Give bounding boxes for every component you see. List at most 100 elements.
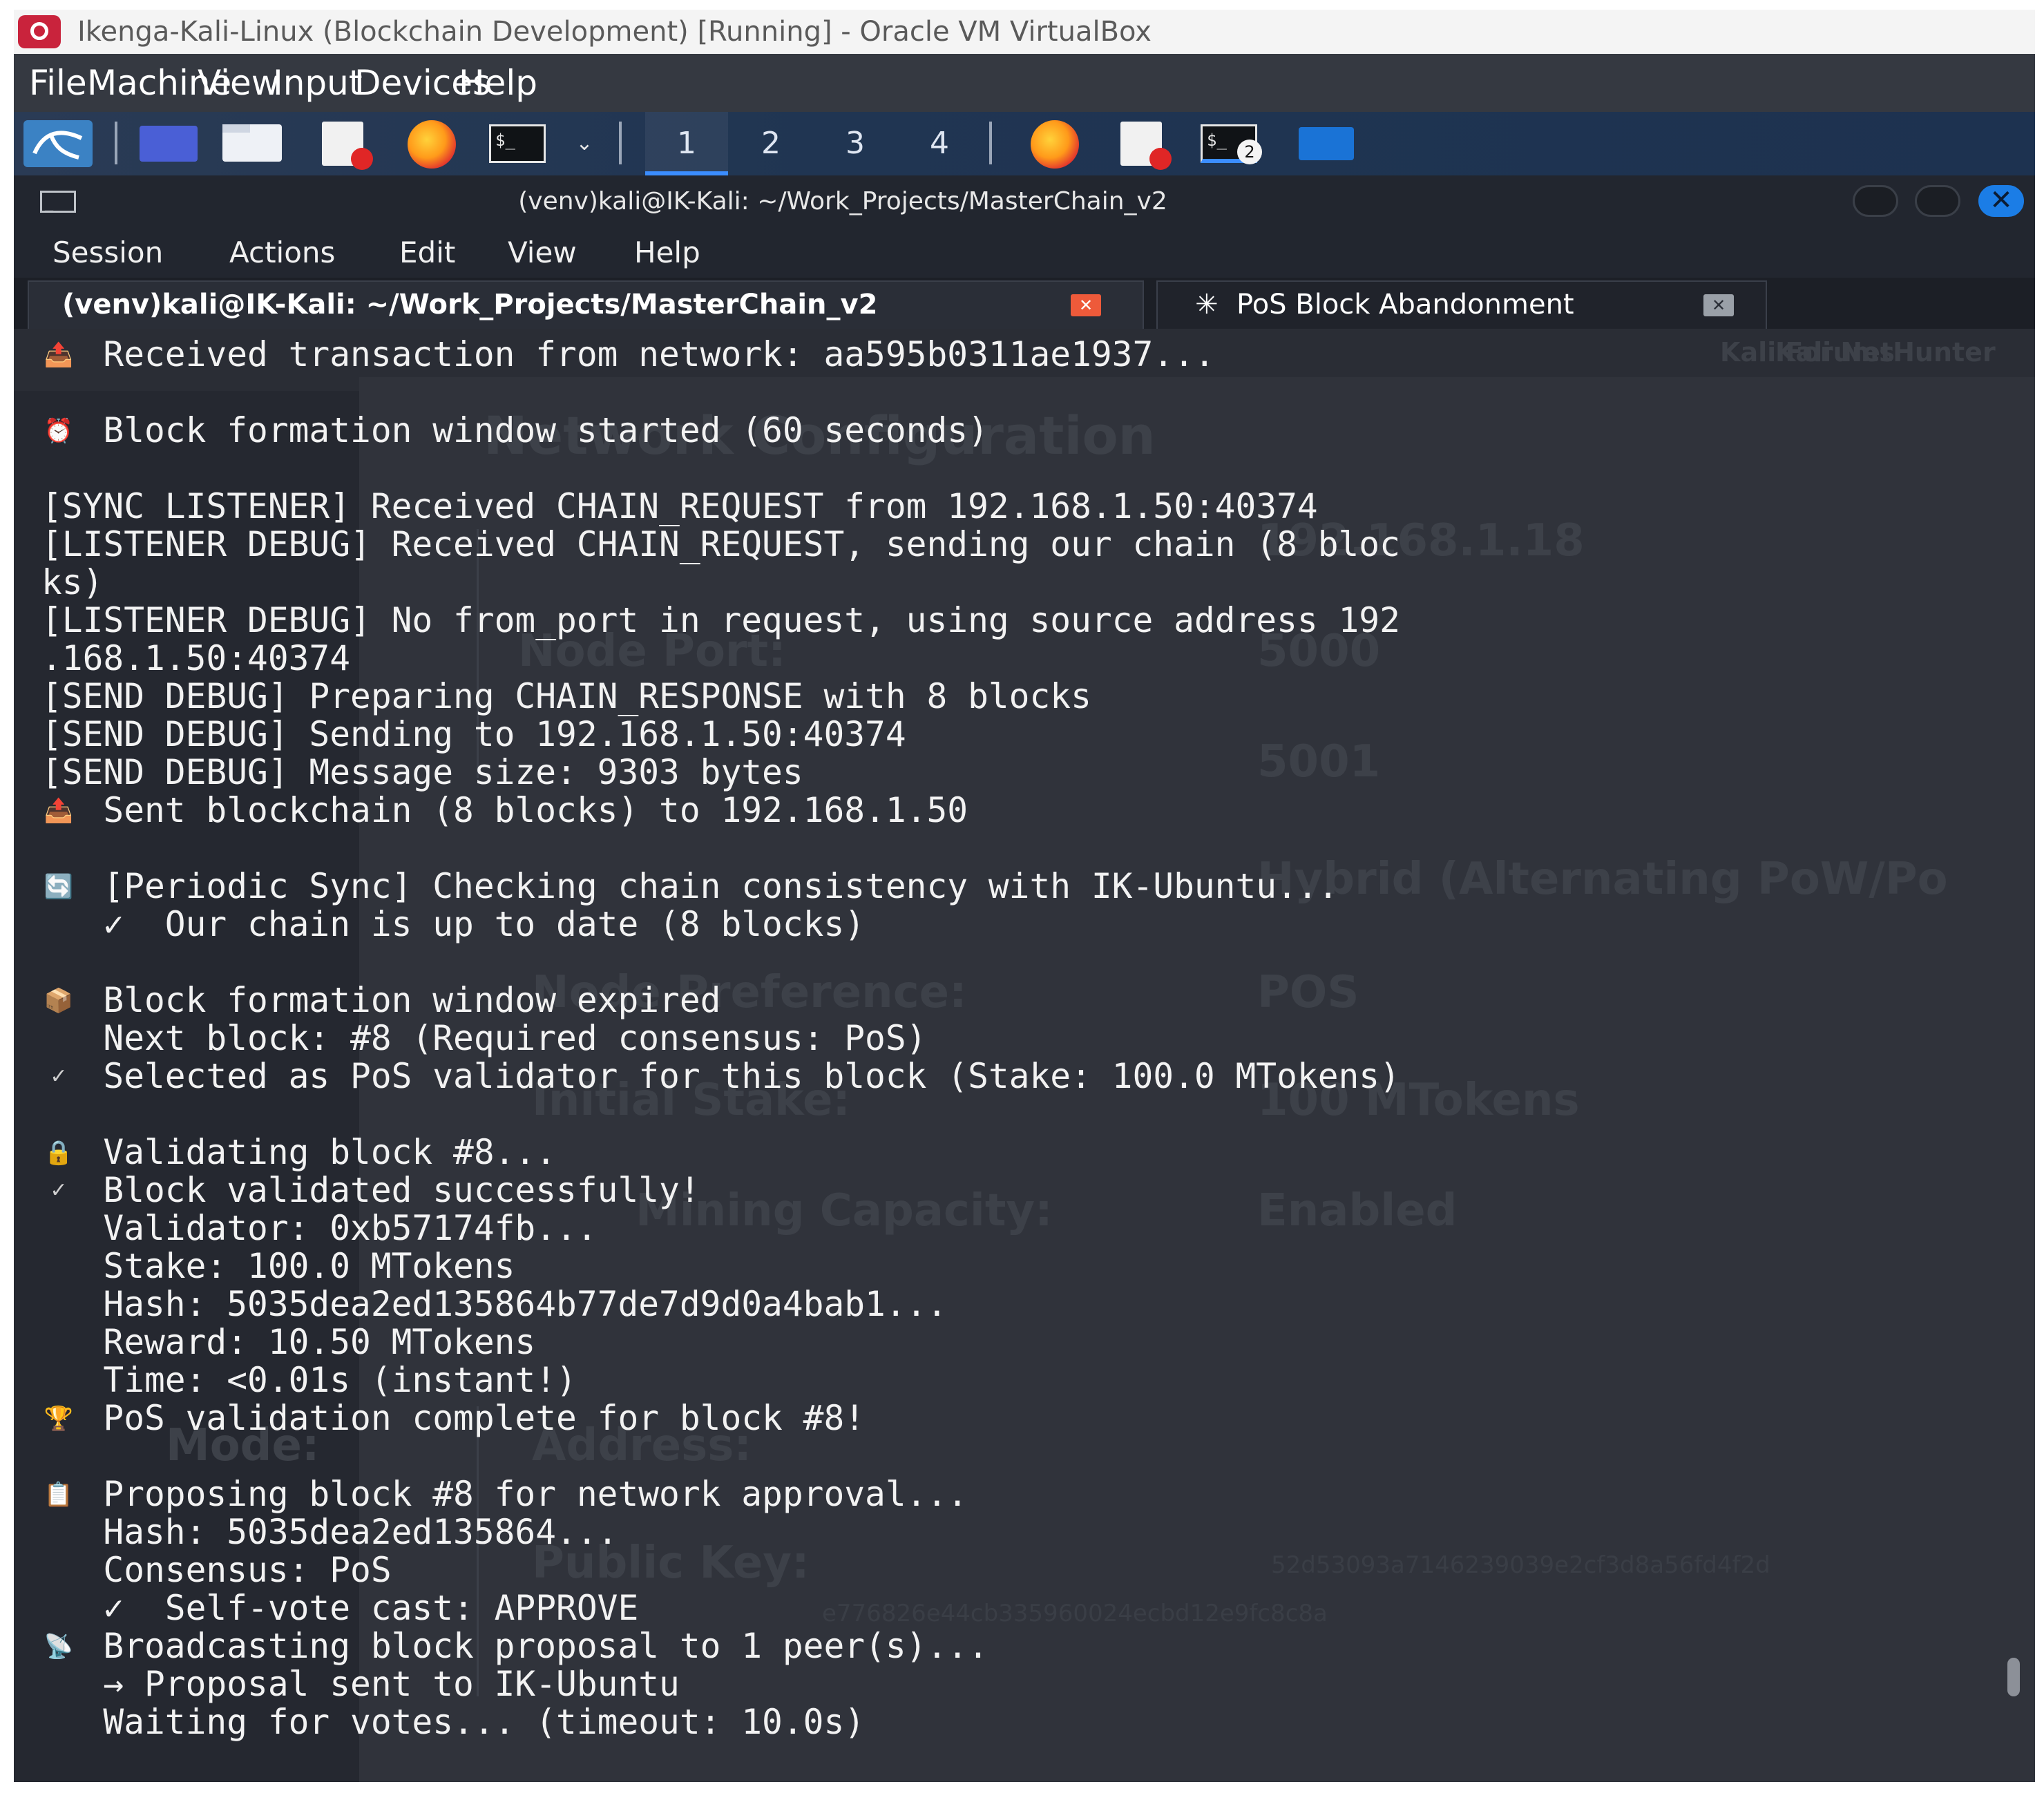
terminal-line-text: Received transaction from network: aa595… [41, 334, 1215, 374]
panel-separator [115, 122, 117, 164]
terminal-line-text: → Proposal sent to IK-Ubuntu [41, 1664, 680, 1704]
tab-pos-block-abandonment[interactable]: ✳ PoS Block Abandonment ✕ [1156, 280, 1767, 329]
menu-input[interactable]: Input [273, 54, 362, 112]
terminal-line-text: Validating block #8... [41, 1132, 557, 1172]
terminal-icon[interactable]: $_ [489, 124, 546, 163]
firefox-window-icon[interactable] [1031, 120, 1079, 169]
terminal-line: Hash: 5035dea2ed135864... [14, 1513, 2035, 1551]
terminal-line-text: Hash: 5035dea2ed135864b77de7d9d0a4bab1..… [41, 1284, 948, 1324]
terminal-line: [LISTENER DEBUG] No from_port in request… [14, 602, 2035, 640]
tab-label: PoS Block Abandonment [1236, 289, 1574, 320]
window-title: Ikenga-Kali-Linux (Blockchain Developmen… [77, 16, 1152, 48]
firefox-icon[interactable] [408, 120, 456, 169]
terminal-line: ✓ Selected as PoS validator for this blo… [14, 1057, 2035, 1095]
terminal-line-text: Stake: 100.0 MTokens [41, 1246, 515, 1286]
menu-actions[interactable]: Actions [229, 228, 335, 278]
terminal-line: [SEND DEBUG] Sending to 192.168.1.50:403… [14, 716, 2035, 754]
terminal-line-text: Next block: #8 (Required consensus: PoS) [41, 1018, 927, 1058]
terminal-line: → Proposal sent to IK-Ubuntu [14, 1665, 2035, 1703]
terminal-line-text: .168.1.50:40374 [41, 638, 351, 678]
terminal-line-text: [SEND DEBUG] Sending to 192.168.1.50:403… [41, 714, 906, 754]
tab-close-icon[interactable]: ✕ [1071, 294, 1101, 316]
terminal-line-text: Block formation window expired [41, 980, 721, 1020]
menu-session[interactable]: Session [52, 228, 163, 278]
terminal-line-text: [LISTENER DEBUG] Received CHAIN_REQUEST,… [41, 524, 1400, 564]
terminal-line: ✓ Block validated successfully! [14, 1171, 2035, 1209]
terminal-line: Hash: 5035dea2ed135864b77de7d9d0a4bab1..… [14, 1285, 2035, 1323]
workspace-4[interactable]: 4 [898, 112, 981, 175]
terminal-line-text: Block validated successfully! [41, 1170, 700, 1210]
terminal-line-text: Validator: 0xb57174fb... [41, 1208, 598, 1248]
terminal-line: [SYNC LISTENER] Received CHAIN_REQUEST f… [14, 488, 2035, 526]
terminal-line: Time: <0.01s (instant!) [14, 1361, 2035, 1399]
tab-close-icon[interactable]: ✕ [1703, 294, 1734, 316]
terminal-line-text: Reward: 10.50 MTokens [41, 1322, 536, 1362]
terminal-line: ks) [14, 564, 2035, 602]
workspace-2[interactable]: 2 [729, 112, 812, 175]
minimize-button[interactable] [1853, 185, 1898, 217]
virtualbox-window: Ikenga-Kali-Linux (Blockchain Developmen… [14, 10, 2035, 1782]
terminal-line-text: Consensus: PoS [41, 1550, 392, 1590]
terminal-line-text: ks) [41, 562, 104, 602]
virtualbox-titlebar: Ikenga-Kali-Linux (Blockchain Developmen… [14, 10, 2035, 54]
terminal-line: Reward: 10.50 MTokens [14, 1323, 2035, 1361]
terminal-line-text: Sent blockchain (8 blocks) to 192.168.1.… [41, 790, 968, 830]
terminal-line: [SEND DEBUG] Preparing CHAIN_RESPONSE wi… [14, 678, 2035, 716]
kali-panel: $_ ⌄ 1 2 3 4 $_ 2 [14, 112, 2035, 175]
terminal-line: 🔒 Validating block #8... [14, 1133, 2035, 1171]
terminal-title: (venv)kali@IK-Kali: ~/Work_Projects/Mast… [518, 187, 1167, 216]
terminal-line-text: [Periodic Sync] Checking chain consisten… [41, 866, 1339, 906]
maximize-button[interactable] [1915, 185, 1960, 217]
terminal-line: Consensus: PoS [14, 1551, 2035, 1589]
text-editor-icon[interactable] [322, 122, 373, 170]
terminal-line-text: Proposing block #8 for network approval.… [41, 1474, 968, 1514]
terminal-output[interactable]: Kali Forums Kali NetHunter Network Confi… [14, 329, 2035, 1782]
show-desktop-icon[interactable] [140, 126, 198, 162]
terminal-line-text: Waiting for votes... (timeout: 10.0s) [41, 1702, 866, 1742]
close-button[interactable]: ✕ [1978, 185, 2024, 217]
tab-label: (venv)kali@IK-Kali: ~/Work_Projects/Mast… [62, 289, 878, 320]
menu-edit[interactable]: Edit [399, 228, 455, 278]
terminal-window-icon[interactable]: $_ 2 [1201, 124, 1262, 164]
chevron-down-icon[interactable]: ⌄ [571, 130, 598, 157]
terminal-line: ✓ Self-vote cast: APPROVE [14, 1589, 2035, 1627]
close-icon: ✕ [1989, 184, 2013, 216]
folder-icon[interactable] [1299, 127, 1354, 160]
terminal-line: Waiting for votes... (timeout: 10.0s) [14, 1703, 2035, 1741]
workspace-3[interactable]: 3 [814, 112, 897, 175]
tab-activity-icon: ✳ [1195, 289, 1219, 320]
terminal-line-text: [SYNC LISTENER] Received CHAIN_REQUEST f… [41, 486, 1318, 526]
document-window-icon[interactable] [1120, 122, 1172, 170]
terminal-line: ⏰ Block formation window started (60 sec… [14, 412, 2035, 450]
menu-help[interactable]: Help [634, 228, 700, 278]
terminal-menubar: Session Actions Edit View Help [14, 228, 2035, 278]
menu-help[interactable]: Help [459, 54, 537, 112]
scrollbar-thumb[interactable] [2007, 1658, 2020, 1696]
terminal-line-text: Selected as PoS validator for this block… [41, 1056, 1400, 1096]
terminal-line-text: Broadcasting block proposal to 1 peer(s)… [41, 1626, 988, 1666]
terminal-line-text: [LISTENER DEBUG] No from_port in request… [41, 600, 1400, 640]
virtualbox-menubar: File Machine View Input Devices Help [14, 54, 2035, 112]
terminal-line: Next block: #8 (Required consensus: PoS) [14, 1019, 2035, 1057]
terminal-line: [LISTENER DEBUG] Received CHAIN_REQUEST,… [14, 526, 2035, 564]
terminal-titlebar: (venv)kali@IK-Kali: ~/Work_Projects/Mast… [14, 175, 2035, 229]
tab-main-shell[interactable]: (venv)kali@IK-Kali: ~/Work_Projects/Mast… [28, 280, 1144, 329]
terminal-line: 🏆 PoS validation complete for block #8! [14, 1399, 2035, 1437]
terminal-line-text: [SEND DEBUG] Message size: 9303 bytes [41, 752, 803, 792]
workspace-1[interactable]: 1 [645, 112, 728, 175]
panel-separator [619, 122, 622, 164]
kali-menu-icon[interactable] [23, 120, 93, 167]
terminal-line: 📋 Proposing block #8 for network approva… [14, 1475, 2035, 1513]
terminal-line-text: Block formation window started (60 secon… [41, 410, 988, 450]
menu-view[interactable]: View [508, 228, 577, 278]
menu-view[interactable]: View [198, 54, 280, 112]
terminal-line-text: PoS validation complete for block #8! [41, 1398, 866, 1438]
menu-file[interactable]: File [29, 54, 87, 112]
file-manager-icon[interactable] [222, 124, 282, 162]
